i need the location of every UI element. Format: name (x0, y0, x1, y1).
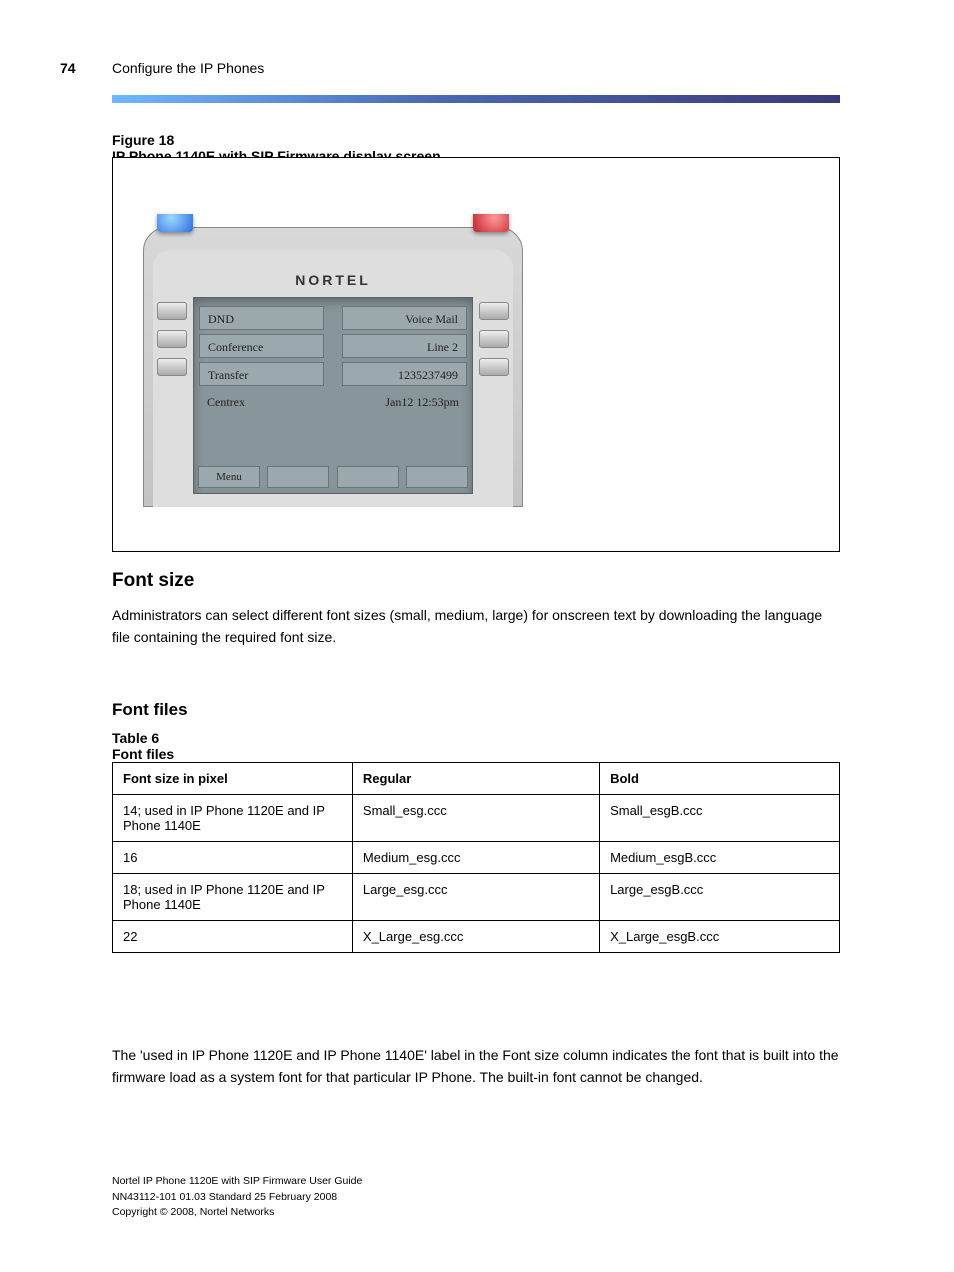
phone-illustration: NORTEL DND Voice Mail Conference Line 2 … (143, 202, 523, 507)
line-button[interactable] (157, 358, 187, 376)
table-cell: 14; used in IP Phone 1120E and IP Phone … (113, 795, 353, 842)
header-rule (112, 95, 840, 103)
table-cell: Large_esg.ccc (352, 874, 599, 921)
table-cell: Small_esgB.ccc (600, 795, 840, 842)
lcd-timestamp: Jan12 12:53pm (342, 390, 467, 414)
lcd-key-left-1: DND (199, 306, 324, 330)
lcd-key-right-1: Voice Mail (342, 306, 467, 330)
table-header: Regular (352, 763, 599, 795)
table-cell: 16 (113, 842, 353, 874)
line-button[interactable] (157, 330, 187, 348)
softkey-3[interactable] (337, 466, 399, 488)
table-cell: X_Large_esgB.ccc (600, 921, 840, 953)
table-row: 22 X_Large_esg.ccc X_Large_esgB.ccc (113, 921, 840, 953)
section-heading-font-files: Font files (112, 700, 188, 720)
table-caption-text: Font files (112, 746, 174, 762)
softkey-2[interactable] (267, 466, 329, 488)
table-row: 16 Medium_esg.ccc Medium_esgB.ccc (113, 842, 840, 874)
phone-lcd: DND Voice Mail Conference Line 2 Transfe… (193, 297, 473, 494)
brand-label: NORTEL (193, 264, 473, 296)
footer-meta: NN43112-101 01.03 Standard 25 February 2… (112, 1190, 362, 1205)
table-cell: X_Large_esg.ccc (352, 921, 599, 953)
table-header: Font size in pixel (113, 763, 353, 795)
table-row: 14; used in IP Phone 1120E and IP Phone … (113, 795, 840, 842)
lcd-key-right-3: 1235237499 (342, 362, 467, 386)
table-cell: Medium_esgB.ccc (600, 842, 840, 874)
table-number: Table 6 (112, 730, 159, 746)
section-heading-font-size: Font size (112, 570, 194, 592)
line-button[interactable] (157, 302, 187, 320)
footer-doc-title: Nortel IP Phone 1120E with SIP Firmware … (112, 1174, 362, 1189)
led-blue (157, 214, 193, 232)
table-cell: Small_esg.ccc (352, 795, 599, 842)
page-footer: Nortel IP Phone 1120E with SIP Firmware … (112, 1174, 362, 1220)
chapter-title: Configure the IP Phones (112, 60, 264, 76)
line-button[interactable] (479, 330, 509, 348)
softkey-row: Menu (194, 466, 472, 488)
footer-copyright: Copyright © 2008, Nortel Networks (112, 1205, 362, 1220)
page-number: 74 (60, 60, 76, 76)
lcd-key-right-2: Line 2 (342, 334, 467, 358)
table-header: Bold (600, 763, 840, 795)
table-cell: Large_esgB.ccc (600, 874, 840, 921)
table-caption: Table 6 Font files (112, 730, 174, 762)
side-buttons-left (157, 302, 187, 386)
line-button[interactable] (479, 358, 509, 376)
softkey-1[interactable]: Menu (198, 466, 260, 488)
table-header-row: Font size in pixel Regular Bold (113, 763, 840, 795)
lcd-key-left-2: Conference (199, 334, 324, 358)
line-button[interactable] (479, 302, 509, 320)
explanatory-paragraph: The 'used in IP Phone 1120E and IP Phone… (112, 1045, 840, 1088)
lcd-label: Centrex (199, 390, 324, 414)
font-size-paragraph: Administrators can select different font… (112, 605, 840, 648)
table-cell: 22 (113, 921, 353, 953)
table-row: 18; used in IP Phone 1120E and IP Phone … (113, 874, 840, 921)
led-red (473, 214, 509, 232)
lcd-key-left-3: Transfer (199, 362, 324, 386)
figure-number: Figure 18 (112, 132, 174, 148)
side-buttons-right (479, 302, 509, 386)
figure-box: NORTEL DND Voice Mail Conference Line 2 … (112, 157, 840, 552)
font-files-table: Font size in pixel Regular Bold 14; used… (112, 762, 840, 953)
table-cell: Medium_esg.ccc (352, 842, 599, 874)
table-cell: 18; used in IP Phone 1120E and IP Phone … (113, 874, 353, 921)
softkey-4[interactable] (406, 466, 468, 488)
